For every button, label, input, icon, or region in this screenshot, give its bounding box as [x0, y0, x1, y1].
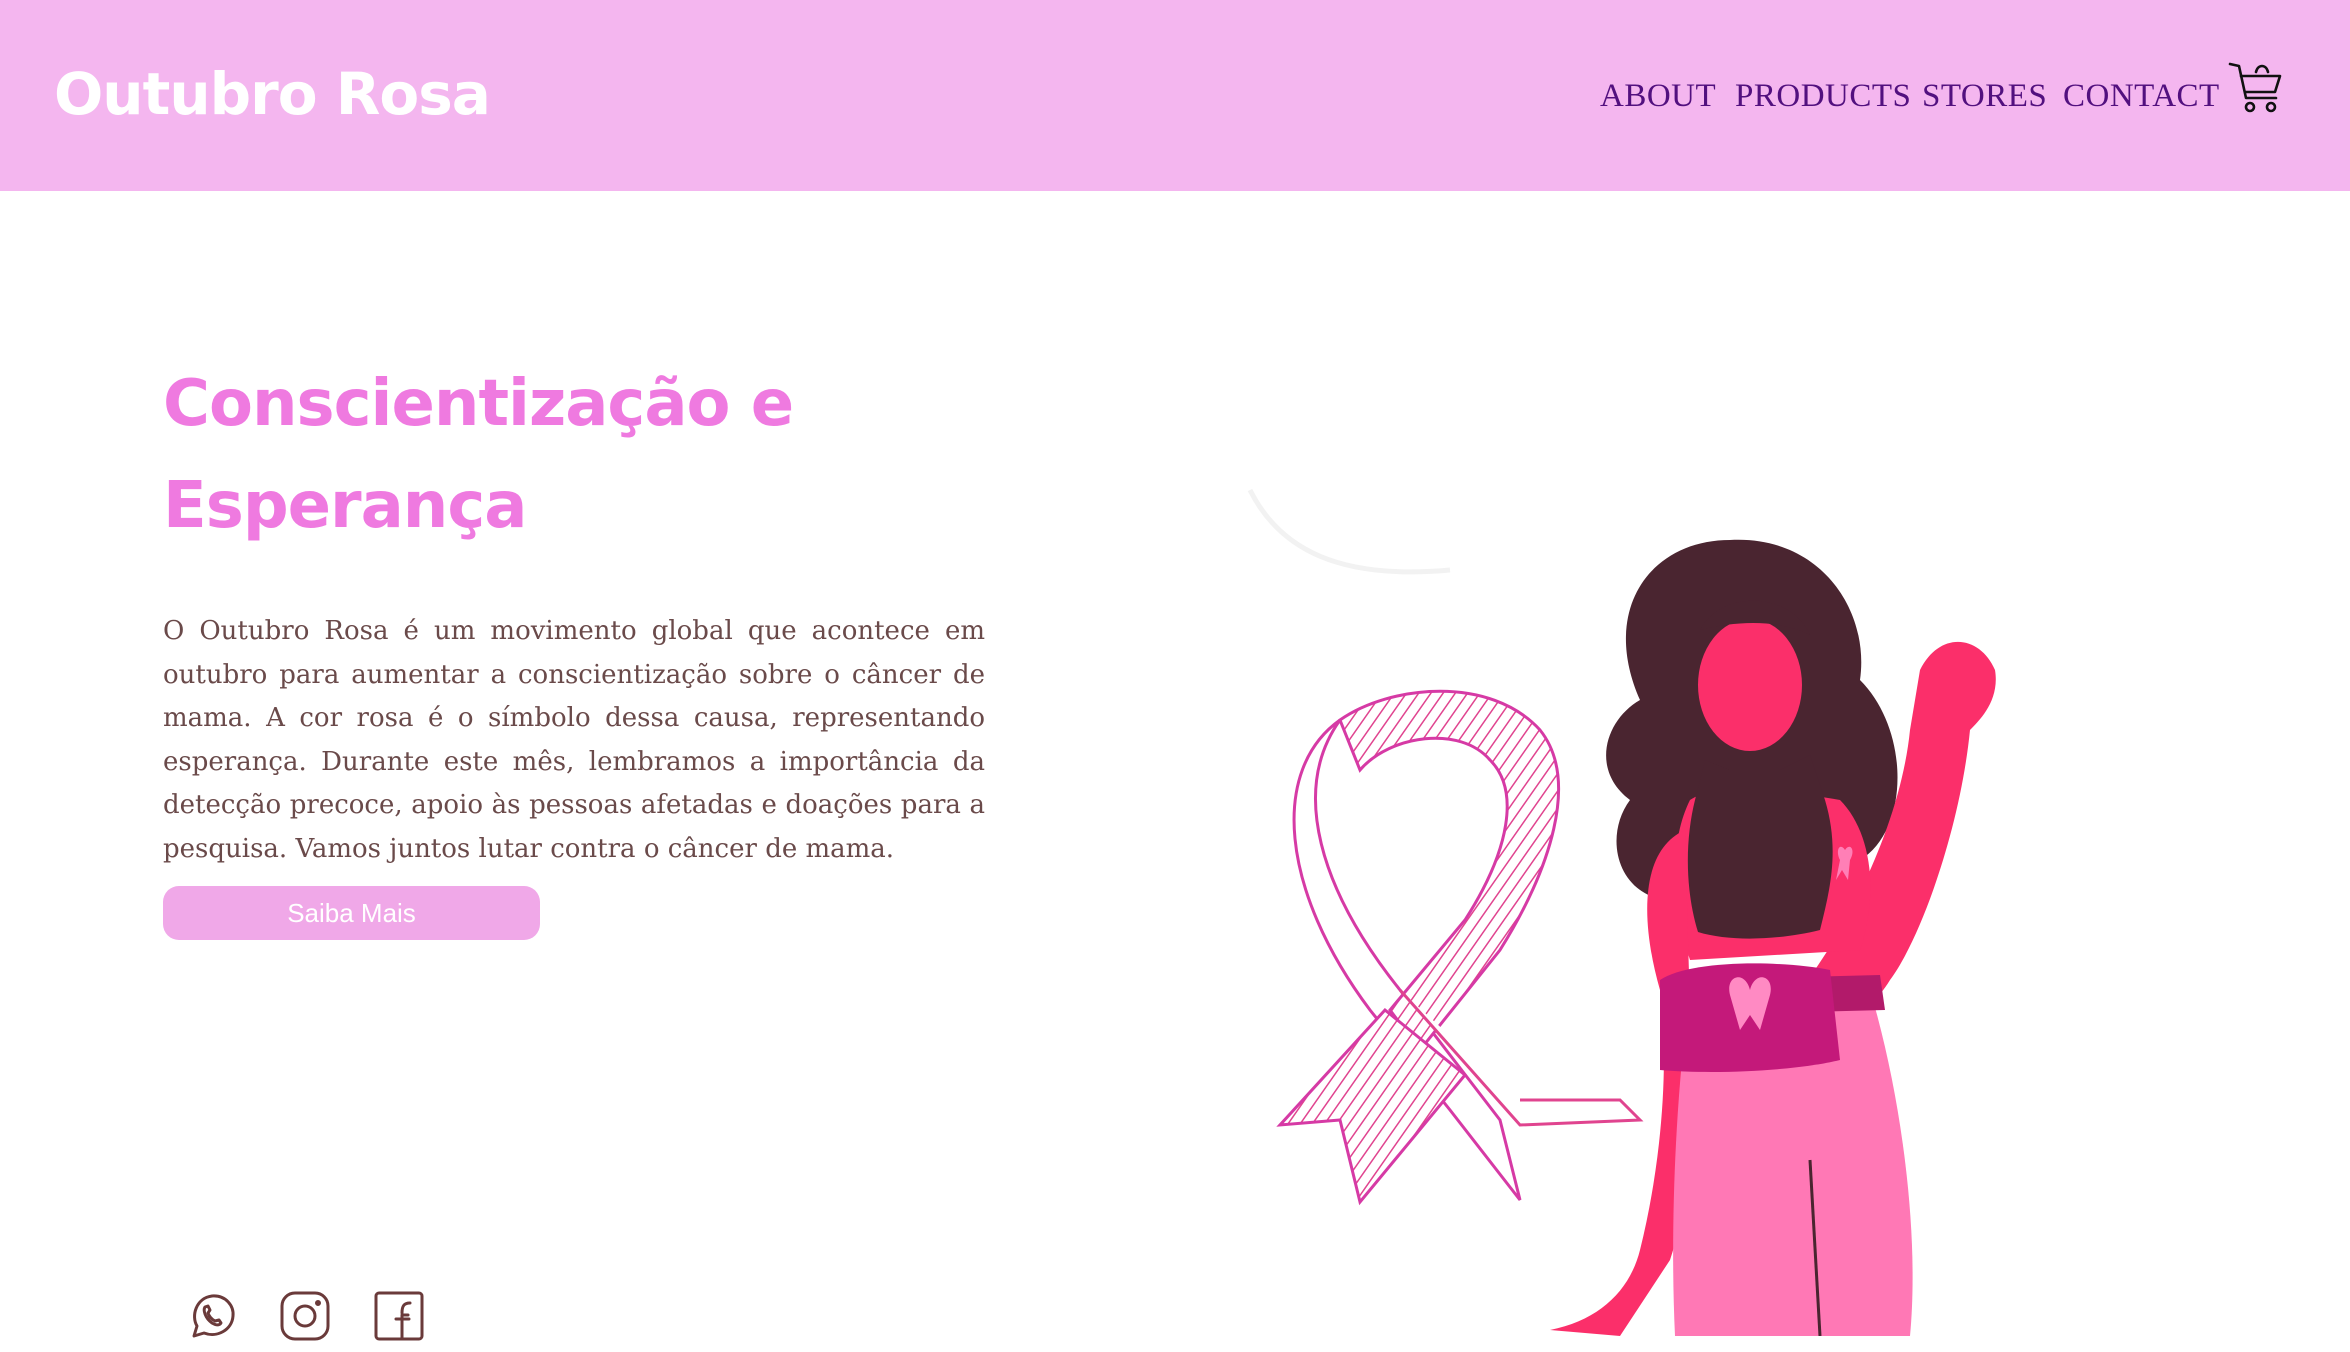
nav-link-contact[interactable]: CONTACT: [2063, 72, 2220, 120]
brand-logo[interactable]: Outubro Rosa: [54, 56, 491, 132]
nav-link-stores[interactable]: STORES: [1922, 72, 2047, 120]
breast-cancer-awareness-illustration: [1220, 470, 2120, 1337]
facebook-icon[interactable]: [371, 1288, 427, 1344]
woman-figure: [1550, 539, 1996, 1337]
saiba-mais-button[interactable]: Saiba Mais: [163, 886, 540, 940]
nav-link-products[interactable]: PRODUCTS: [1735, 72, 1911, 120]
nav-link-about[interactable]: ABOUT: [1600, 72, 1716, 120]
shopping-cart-icon[interactable]: [2226, 58, 2286, 118]
pink-ribbon-icon: [1276, 689, 1644, 1206]
site-header: Outubro Rosa ABOUT PRODUCTS STORES CONTA…: [0, 0, 2350, 191]
instagram-icon[interactable]: [277, 1288, 333, 1344]
whatsapp-icon[interactable]: [184, 1288, 240, 1344]
hero-title: Conscientização e Esperança: [163, 367, 794, 543]
hero-description: O Outubro Rosa é um movimento global que…: [163, 616, 985, 864]
